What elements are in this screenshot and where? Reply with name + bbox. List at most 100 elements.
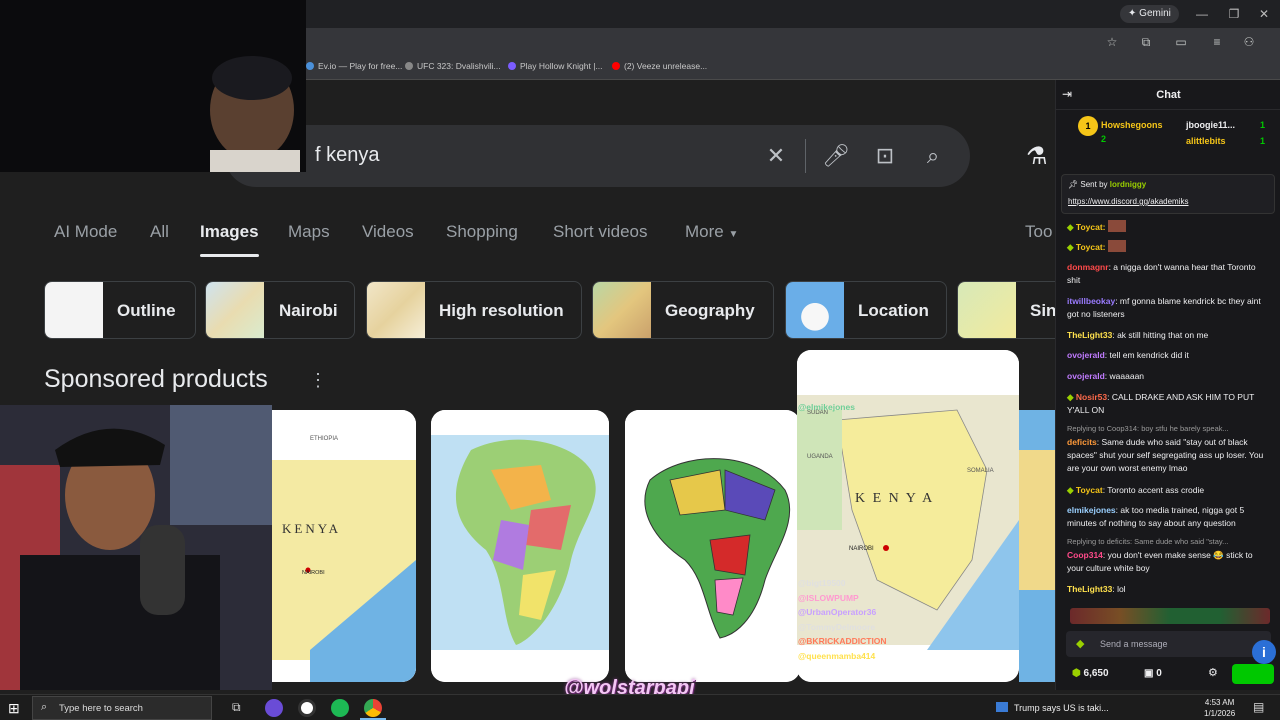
chat-text: : lol [1112, 584, 1126, 594]
alert-name: @queenmamba414 [798, 650, 876, 661]
chat-username[interactable]: itwillbeokay [1067, 296, 1115, 306]
downloads-icon[interactable]: ≡ [1208, 33, 1226, 51]
tab-images[interactable]: Images [200, 222, 259, 242]
lens-icon[interactable]: ⊡ [871, 142, 899, 170]
chrome-app-icon[interactable] [364, 699, 382, 717]
chat-username[interactable]: Coop314 [1067, 550, 1103, 560]
africa-map-image [431, 410, 609, 682]
tab-more-label: More [685, 222, 724, 241]
windows-start-icon[interactable]: ⊞ [8, 700, 20, 717]
chat-input[interactable]: ◆ Send a message [1066, 631, 1271, 657]
gemini-label: Gemini [1139, 8, 1171, 19]
star-icon[interactable]: ☆ [1103, 33, 1121, 51]
task-view-icon[interactable]: ⧉ [232, 700, 241, 715]
chat-username[interactable]: Toycat [1076, 485, 1103, 495]
chat-text: : Same dude who said "stay out of black … [1067, 437, 1264, 473]
chip-similar[interactable]: Sin [957, 281, 1055, 339]
tab-shopping[interactable]: Shopping [446, 222, 518, 242]
channel-points[interactable]: ⬢ 6,650 [1072, 668, 1109, 679]
chat-message: ◆ Toycat: [1067, 240, 1271, 254]
caret-down-icon: ▼ [728, 229, 739, 240]
chip-high-resolution[interactable]: High resolution [366, 281, 582, 339]
leaderboard-user[interactable]: Howshegoons [1101, 120, 1163, 130]
chat-username[interactable]: Toycat: [1076, 242, 1106, 252]
chat-text: : waaaaan [1104, 371, 1145, 381]
taskbar-search[interactable]: ⌕ Type here to search [32, 696, 212, 720]
product-card-partial[interactable] [1019, 410, 1055, 682]
chat-username[interactable]: TheLight33 [1067, 330, 1112, 340]
chat-username[interactable]: TheLight33 [1067, 584, 1112, 594]
cast-icon[interactable]: ▭ [1172, 33, 1190, 51]
chip-location[interactable]: Location [785, 281, 947, 339]
pinned-message[interactable]: 📌︎ Sent by lordniggy https://www.discord… [1061, 174, 1275, 214]
gemini-button[interactable]: ✦ Gemini [1120, 5, 1179, 23]
chat-text: : tell em kendrick did it [1104, 350, 1189, 360]
chat-title: Chat [1156, 89, 1181, 101]
tab-short-videos[interactable]: Short videos [553, 222, 648, 242]
clear-icon[interactable]: ✕ [762, 142, 790, 170]
product-card[interactable] [625, 410, 800, 682]
chat-send-button[interactable] [1232, 664, 1274, 684]
minimize-icon[interactable]: — [1192, 4, 1212, 24]
product-card[interactable]: KENYA NAIROBI ETHIOPIA [250, 410, 416, 682]
sponsored-products-heading: Sponsored products [44, 365, 268, 393]
chip-geography[interactable]: Geography [592, 281, 774, 339]
chat-username[interactable]: deficits [1067, 437, 1097, 447]
chip-outline[interactable]: Outline [44, 281, 196, 339]
notifications-icon[interactable]: ▤ [1253, 700, 1264, 714]
alert-name: @ISLOWPUMP [798, 592, 859, 603]
webcam-bottom-image [0, 405, 272, 690]
drops-count[interactable]: ▣ 0 [1144, 668, 1162, 679]
close-window-icon[interactable]: ✕ [1254, 4, 1274, 24]
chat-username[interactable]: ovojerald [1067, 371, 1105, 381]
leaderboard-user[interactable]: alittlebits [1186, 136, 1226, 146]
tab-maps[interactable]: Maps [288, 222, 330, 242]
more-options-icon[interactable]: ⋮ [309, 370, 327, 391]
chat-username[interactable]: elmikejones [1067, 505, 1116, 515]
news-widget[interactable]: Trump says US is taki... [996, 702, 1109, 713]
nairobi-label: NAIROBI [302, 570, 325, 576]
chat-header: ⇥ Chat [1056, 80, 1280, 110]
emote-icon [1107, 220, 1126, 232]
chat-message: itwillbeokay: mf gonna blame kendrick bc… [1067, 295, 1271, 321]
search-input[interactable]: f kenya [315, 144, 379, 167]
bookmark-item[interactable]: Ev.io — Play for free... [306, 61, 402, 71]
news-headline: Trump says US is taki... [1014, 703, 1109, 713]
bookmark-favicon-icon [508, 62, 516, 70]
chat-username[interactable]: Toycat: [1076, 222, 1106, 232]
search-bar[interactable]: f kenya ✕ 🎤︎ ⊡ ⌕ [225, 125, 970, 187]
chat-username[interactable]: donmagnr [1067, 262, 1109, 272]
pinned-link[interactable]: https://www.discord.gg/akademiks [1068, 197, 1189, 206]
spotify-app-icon[interactable] [331, 699, 349, 717]
system-clock[interactable]: 4:53 AM 1/1/2026 [1204, 697, 1235, 719]
chip-nairobi[interactable]: Nairobi [205, 281, 355, 339]
settings-icon[interactable]: ⚙ [1208, 666, 1218, 679]
emote-icon [1107, 240, 1126, 252]
screen: ✦ Gemini — ❐ ✕ ☆ ⧉ ▭ ≡ ⚇ Ev.io — Play fo… [0, 0, 1280, 720]
microphone-icon[interactable]: 🎤︎ [822, 142, 850, 170]
search-icon[interactable]: ⌕ [919, 142, 947, 170]
leaderboard-count: 1 [1260, 120, 1266, 130]
bookmark-item[interactable]: UFC 323: Dvalishvili... [405, 61, 501, 71]
leaderboard-count: 2 [1101, 134, 1107, 144]
tab-ai-mode[interactable]: AI Mode [54, 222, 117, 242]
chat-username[interactable]: ovojerald [1067, 350, 1105, 360]
chat-username[interactable]: Nosir53 [1076, 392, 1107, 402]
taskbar-search-placeholder: Type here to search [59, 703, 143, 714]
product-card[interactable] [431, 410, 609, 682]
profile-icon[interactable]: ⚇ [1240, 33, 1258, 51]
tab-all[interactable]: All [150, 222, 169, 242]
labs-flask-icon[interactable]: ⚗ [1026, 142, 1048, 171]
tab-tools[interactable]: Too [1025, 222, 1052, 242]
bookmark-item[interactable]: (2) Veeze unrelease... [612, 61, 707, 71]
obs-app-icon[interactable] [298, 699, 316, 717]
bookmark-item[interactable]: Play Hollow Knight |... [508, 61, 603, 71]
extensions-icon[interactable]: ⧉ [1137, 33, 1155, 51]
tab-videos[interactable]: Videos [362, 222, 414, 242]
maximize-icon[interactable]: ❐ [1224, 4, 1244, 24]
discord-app-icon[interactable] [265, 699, 283, 717]
leaderboard-rank-badge: 1 [1078, 116, 1098, 136]
tab-more[interactable]: More ▼ [685, 222, 738, 242]
info-icon[interactable]: i [1252, 640, 1276, 664]
leaderboard-user[interactable]: jboogie11... [1186, 120, 1235, 130]
